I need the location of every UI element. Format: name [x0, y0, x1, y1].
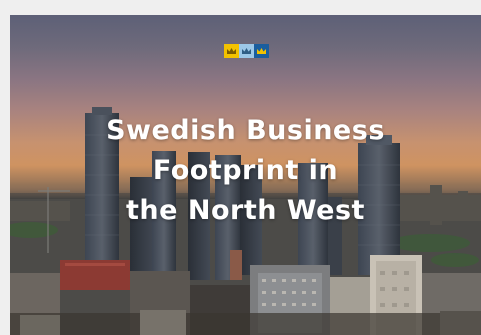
hero-title: Swedish Business Footprint in the North …	[10, 111, 481, 231]
hero-banner: Swedish Business Footprint in the North …	[10, 15, 481, 335]
crown-icon	[239, 44, 254, 58]
page: Swedish Business Footprint in the North …	[0, 0, 481, 335]
hero-title-line: Swedish Business	[106, 115, 385, 146]
crown-icon	[224, 44, 239, 58]
hero-title-line: the North West	[126, 195, 365, 226]
hero-title-line: Footprint in	[152, 155, 339, 186]
swedish-chamber-logo	[224, 44, 269, 58]
crown-icon	[254, 44, 269, 58]
